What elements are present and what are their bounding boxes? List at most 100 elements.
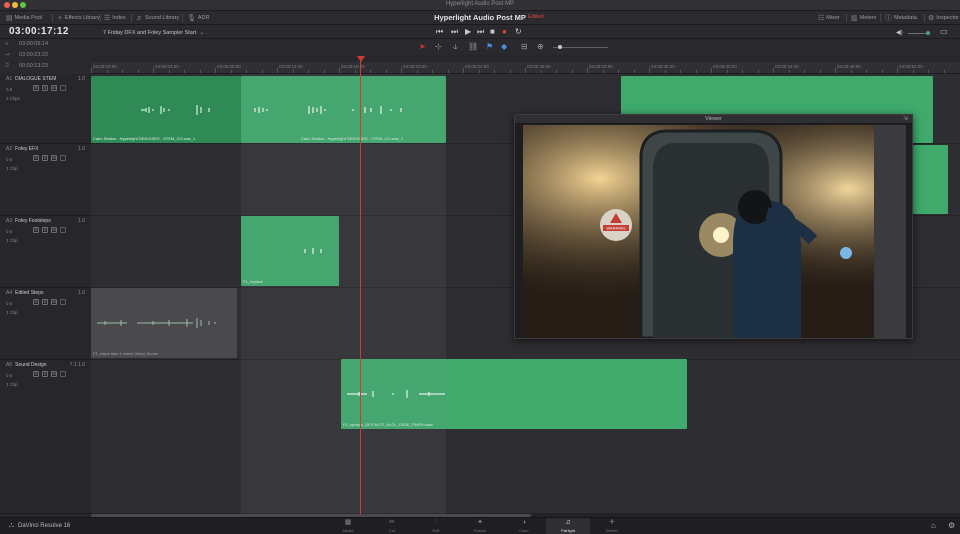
rewind-icon[interactable]: ⏮ (436, 27, 443, 37)
timeline-ruler[interactable]: 03:00:00:00 03:00:04:00 03:00:08:00 03:00:1… (91, 62, 960, 74)
mute-button[interactable]: M (51, 299, 57, 305)
app-brand: DaVinci Resolve 16 (18, 523, 71, 529)
track-volume[interactable]: 0.0 (6, 229, 12, 234)
inspector-icon: ⚙ (928, 15, 935, 22)
solo-button[interactable]: S (42, 371, 48, 377)
viewer-window[interactable]: Viewer ⇲ WARNING (514, 114, 913, 339)
ruler-label: 03:00:52:00 (899, 64, 923, 69)
track-header-a2[interactable]: A2 Foley EFX 1.0 0.0 R S M 1 Clip (0, 144, 91, 216)
zoom-slider-knob[interactable] (558, 45, 562, 49)
loop-icon[interactable]: ↻ (515, 27, 522, 36)
mute-button[interactable]: M (51, 227, 57, 233)
options-icon[interactable]: ▭ (940, 27, 948, 36)
track-volume[interactable]: 0.0 (6, 301, 12, 306)
track-name: DIALOGUE STEM (15, 76, 57, 82)
viewer-titlebar[interactable]: Viewer ⇲ (515, 115, 912, 124)
record-arm-button[interactable]: R (33, 371, 39, 377)
lock-button[interactable] (60, 85, 66, 91)
davinci-logo-icon: ⛬ (9, 522, 14, 529)
marker-icon[interactable]: ◆ (501, 42, 507, 51)
track-volume[interactable]: 0.0 (6, 373, 12, 378)
settings-gear-icon[interactable]: ⚙ (948, 521, 955, 530)
play-icon[interactable]: ▶ (465, 27, 471, 36)
timecode-display[interactable]: 03:00:17:12 (9, 26, 69, 37)
project-status: Edited (528, 14, 544, 20)
ruler-label: 03:00:04:00 (155, 64, 179, 69)
track-volume[interactable]: 0.0 (6, 157, 12, 162)
out-timecode: 03:00:23:22 (19, 52, 49, 58)
track-id: A5 (6, 362, 13, 368)
clip-a4[interactable]: F1_steps take 1 mixed (foley).flt.wav (91, 288, 237, 358)
page-tab-edit[interactable]: ⫶ Edit (414, 518, 458, 534)
timeline-selector[interactable]: 7 Friday DFX and Foley Sampler Start ⌄ (103, 29, 204, 36)
track-header-a1[interactable]: A1 DIALOGUE STEM 1.0 0.0 R S M 3 Clips (0, 74, 91, 144)
volume-icon[interactable]: ◀) (896, 29, 903, 36)
page-navigation-bar: ⛬ DaVinci Resolve 16 ▦ Media ✂ Cut ⫶ Edit ✦ Fus… (0, 517, 960, 534)
lock-button[interactable] (60, 299, 66, 305)
inspector-toggle[interactable]: ⚙ Inspector (928, 13, 959, 23)
page-label: Color (519, 528, 529, 533)
solo-button[interactable]: S (42, 227, 48, 233)
selection-range (241, 74, 446, 514)
skip-end-icon[interactable]: ⏭ (477, 27, 484, 37)
record-arm-button[interactable]: R (33, 155, 39, 161)
zoom-out-icon[interactable]: ⊟ (521, 42, 528, 51)
playhead[interactable] (360, 56, 361, 514)
ruler-label: 03:00:16:00 (341, 64, 365, 69)
ruler-label: 03:00:48:00 (837, 64, 861, 69)
snap-icon[interactable]: ⫝ (453, 42, 458, 52)
mute-button[interactable]: M (51, 155, 57, 161)
ruler-label: 03:00:36:00 (651, 64, 675, 69)
page-tab-fusion[interactable]: ✦ Fusion (458, 518, 502, 534)
flag-icon[interactable]: ⚑ (486, 42, 493, 51)
page-label: Edit (432, 528, 440, 533)
track-header-a3[interactable]: A3 Foley Footsteps 1.0 0.0 R S M 1 Clip (0, 216, 91, 288)
page-tab-cut[interactable]: ✂ Cut (370, 518, 414, 534)
lock-button[interactable] (60, 155, 66, 161)
mute-button[interactable]: M (51, 371, 57, 377)
record-arm-button[interactable]: R (33, 227, 39, 233)
page-tab-deliver[interactable]: ✈ Deliver (590, 518, 634, 534)
stop-icon[interactable]: ■ (490, 27, 495, 36)
page-tab-color[interactable]: ◑ Color (502, 518, 546, 534)
meters-toggle[interactable]: ▥ Meters (851, 13, 876, 23)
meters-icon: ▥ (851, 15, 858, 22)
playhead-handle[interactable] (357, 56, 365, 62)
range-tool-icon[interactable]: ⊹ (435, 42, 442, 51)
mixer-toggle[interactable]: ☷ Mixer (818, 13, 840, 23)
track-clip-count: 1 Clip (6, 310, 18, 315)
record-icon[interactable]: ● (502, 27, 507, 36)
ruler-label: 03:00:12:00 (279, 64, 303, 69)
fast-forward-icon[interactable]: ⏭ (451, 27, 458, 37)
solo-button[interactable]: S (42, 155, 48, 161)
fairlight-page-icon: ♫ (565, 519, 571, 526)
clip-a1-left[interactable]: Cairo Station - Hyperlight DENOISED - ST… (91, 76, 241, 143)
clip-a2-right[interactable] (913, 145, 948, 214)
page-tab-fairlight[interactable]: ♫ Fairlight (546, 518, 590, 534)
track-volume[interactable]: 0.0 (6, 87, 12, 92)
zoom-icon[interactable]: ⊕ (537, 42, 544, 51)
record-arm-button[interactable]: R (33, 85, 39, 91)
metadata-toggle[interactable]: ⓘ Metadata (885, 13, 917, 23)
track-name: Foley Footsteps (15, 218, 51, 224)
lock-button[interactable] (60, 227, 66, 233)
lock-button[interactable] (60, 371, 66, 377)
mute-button[interactable]: M (51, 85, 57, 91)
close-viewer-icon[interactable]: ⇲ (903, 115, 908, 122)
track-header-a4[interactable]: A4 Edited Steps 1.0 0.0 R S M 1 Clip (0, 288, 91, 360)
ruler-label: 03:00:24:00 (465, 64, 489, 69)
window-title: Hyperlight Audio Post MP (445, 1, 515, 7)
metadata-icon: ⓘ (885, 15, 892, 22)
ruler-label: 03:00:40:00 (713, 64, 737, 69)
solo-button[interactable]: S (42, 85, 48, 91)
solo-button[interactable]: S (42, 299, 48, 305)
track-header-a5[interactable]: A5 Sound Design 7.1 1.0 0.0 R S M 1 Clip (0, 360, 91, 514)
home-icon[interactable]: ⌂ (931, 521, 936, 530)
ruler-label: 03:00:20:00 (403, 64, 427, 69)
link-icon[interactable]: ⛓ (468, 42, 478, 51)
record-arm-button[interactable]: R (33, 299, 39, 305)
volume-slider-knob[interactable] (926, 31, 930, 35)
page-tab-media[interactable]: ▦ Media (326, 518, 370, 534)
timeline-header: 03:00:17:12 7 Friday DFX and Foley Sampl… (0, 25, 960, 39)
selection-tool-icon[interactable]: ➤ (419, 42, 426, 51)
